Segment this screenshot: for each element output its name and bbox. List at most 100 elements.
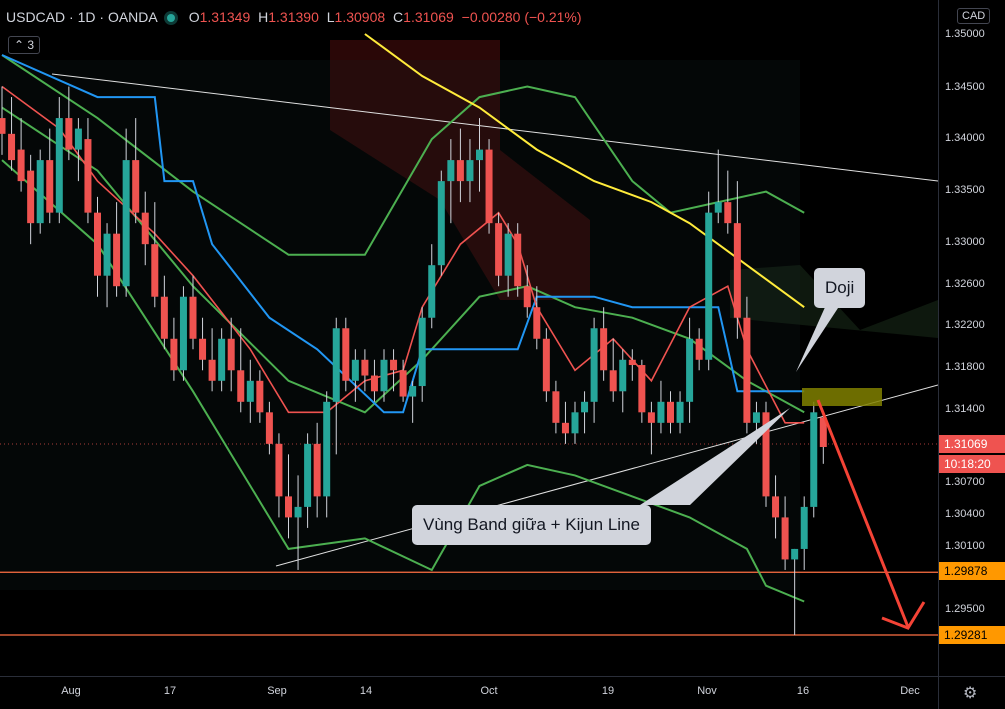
candle-body (84, 139, 92, 213)
price-tick: 1.35000 (945, 28, 985, 40)
candle-body (285, 496, 292, 518)
candle-body (647, 412, 655, 423)
time-axis[interactable]: Aug 17 Sep 14 Oct 19 Nov 16 Dec (0, 676, 938, 709)
close-key: C (393, 9, 404, 25)
candle-body (36, 160, 44, 224)
candle-body (628, 359, 636, 366)
low-key: L (326, 9, 335, 25)
candle-body (456, 160, 464, 182)
candle-body (208, 359, 216, 381)
high-value: 1.31390 (268, 9, 319, 25)
candle-body (504, 233, 512, 276)
candle-body (17, 149, 25, 182)
support2-price-label: 1.29281 (939, 626, 1005, 644)
price-tick: 1.29500 (945, 603, 985, 615)
symbol-legend: USDCAD · 1D · OANDA O1.31349 H1.31390 L1… (6, 9, 586, 25)
time-tick: 17 (163, 685, 177, 697)
time-tick: 19 (601, 685, 615, 697)
time-tick: Dec (900, 685, 920, 697)
candle-body (122, 160, 130, 287)
target-zone (802, 388, 882, 406)
candle-body (466, 160, 474, 182)
candle-body (361, 359, 369, 376)
candle-body (275, 443, 283, 497)
gear-icon[interactable]: ⚙ (963, 683, 977, 703)
candle-body (199, 338, 207, 360)
candle-body (151, 244, 159, 297)
candle-body (609, 370, 617, 392)
candle-body (409, 386, 417, 397)
doji-callout-text: Doji (825, 278, 855, 297)
price-chart[interactable]: USDCAD · 1D · OANDA O1.31349 H1.31390 L1… (0, 0, 939, 676)
open-value: 1.31349 (199, 9, 251, 25)
candle-body (571, 412, 579, 434)
band-callout-text: Vùng Band giữa + Kijun Line (423, 515, 640, 534)
indicators-toggle[interactable]: ⌃ 3 (8, 36, 41, 54)
candle-body (246, 380, 254, 402)
candle-body (590, 328, 598, 402)
price-tick: 1.31800 (945, 361, 985, 373)
currency-badge[interactable]: CAD (957, 8, 991, 24)
candle-body (724, 202, 732, 224)
candle-body (752, 412, 760, 423)
time-tick: Aug (61, 685, 81, 697)
chart-canvas (0, 33, 939, 636)
candle-body (542, 338, 550, 392)
candle-body (103, 233, 111, 276)
candle-body (791, 548, 799, 560)
candle-body (418, 317, 426, 387)
candle-body (810, 412, 818, 507)
axis-corner: ⚙ (938, 676, 1005, 709)
chevron-up-icon: ⌃ (14, 38, 25, 52)
candle-body (256, 380, 264, 413)
candle-body (657, 401, 665, 423)
candle-body (667, 401, 674, 423)
time-tick: 14 (359, 685, 373, 697)
candle-body (74, 128, 82, 150)
candle-body (265, 412, 273, 444)
low-value: 1.30908 (334, 9, 386, 25)
support1-price-label: 1.29878 (939, 562, 1005, 580)
price-tick: 1.31400 (945, 403, 985, 415)
candle-body (485, 149, 493, 224)
candle-body (533, 307, 541, 339)
candle-body (160, 296, 168, 339)
candle-body (390, 359, 398, 371)
candle-body (695, 338, 703, 360)
candle-body (218, 338, 226, 381)
time-tick: Nov (697, 685, 717, 697)
symbol-name[interactable]: USDCAD (6, 9, 65, 25)
price-tick: 1.34500 (945, 81, 985, 93)
time-tick: Sep (267, 685, 287, 697)
candle-body (351, 359, 359, 381)
candle-body (781, 517, 789, 560)
candle-body (437, 181, 445, 266)
last-price-label: 1.31069 (939, 435, 1005, 453)
candle-body (686, 338, 694, 402)
candle-body (46, 160, 54, 213)
candle-body (638, 365, 646, 413)
candle-body (772, 496, 780, 518)
doji-callout: Doji (814, 268, 866, 308)
price-axis[interactable]: CAD 1.35000 1.34500 1.34000 1.33500 1.33… (938, 0, 1005, 676)
interval[interactable]: 1D (78, 9, 96, 25)
candle-body (304, 443, 312, 507)
candle-body (514, 233, 522, 287)
legend-sep: · (69, 9, 74, 25)
candle-body (179, 296, 187, 371)
candle-body (332, 328, 340, 402)
countdown-label: 10:18:20 (939, 455, 1005, 473)
price-tick: 1.30400 (945, 508, 985, 520)
candle-body (676, 401, 684, 423)
candle-body (733, 223, 741, 318)
price-tick: 1.30700 (945, 476, 985, 488)
price-tick: 1.33000 (945, 236, 985, 248)
candle-body (380, 359, 388, 392)
candle-body (94, 212, 101, 276)
candle-body (476, 149, 483, 161)
candle-body (170, 338, 178, 371)
candle-body (313, 443, 321, 497)
high-key: H (258, 9, 269, 25)
candle-body (714, 202, 722, 213)
candle-body (8, 133, 16, 161)
